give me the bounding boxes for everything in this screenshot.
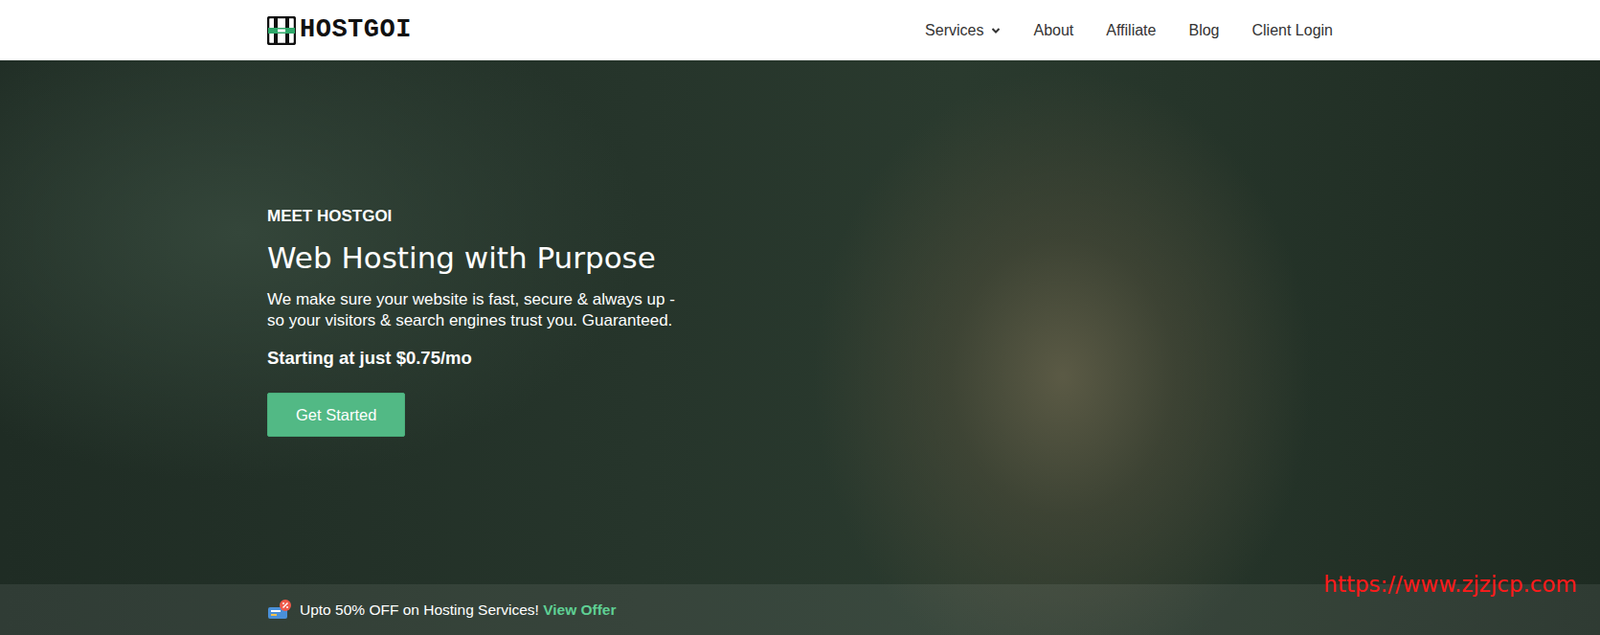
- nav-label: About: [1033, 19, 1074, 43]
- nav-item[interactable]: Client Login: [1252, 19, 1334, 43]
- nav-label: Affiliate: [1105, 19, 1156, 43]
- nav-label: Services: [924, 19, 984, 43]
- navbar-inner: HOSTGOI Services About Affiliate Blog Client …: [267, 10, 1333, 50]
- view-offer-link[interactable]: View Offer: [542, 601, 616, 618]
- hero-content: MEET HOSTGOI Web Hosting with Purpose We m…: [267, 203, 1333, 437]
- get-started-button[interactable]: Get Started: [267, 392, 406, 438]
- description-line: We make sure your website is fast, secur…: [267, 289, 1333, 311]
- hero-body: MEET HOSTGOI Web Hosting with Purpose We m…: [0, 60, 1600, 585]
- nav-label: Blog: [1188, 19, 1219, 43]
- hero-description: We make sure your website is fast, secur…: [267, 289, 1333, 332]
- hero: MEET HOSTGOI Web Hosting with Purpose We m…: [0, 60, 1600, 635]
- nav-label: Client Login: [1252, 19, 1334, 43]
- hero-title: Web Hosting with Purpose: [267, 240, 1333, 276]
- offer-text-wrap: Upto 50% OFF on Hosting Services! View O…: [299, 598, 617, 621]
- nav-item[interactable]: Blog: [1188, 19, 1219, 43]
- nav-item[interactable]: About: [1033, 19, 1074, 43]
- offer-inner: Upto 50% OFF on Hosting Services! View O…: [267, 598, 1333, 622]
- offer-text: Upto 50% OFF on Hosting Services!: [299, 601, 540, 618]
- logo[interactable]: HOSTGOI: [267, 10, 412, 50]
- offer-icon: [267, 598, 293, 622]
- nav-item[interactable]: Affiliate: [1105, 19, 1156, 43]
- chevron-down-icon: [991, 25, 1001, 35]
- description-line: so your visitors & search engines trust …: [267, 310, 1333, 332]
- logo-text: HOSTGOI: [299, 10, 412, 50]
- nav-item[interactable]: Services: [924, 19, 1001, 43]
- hero-price: Starting at just $0.75/mo: [267, 344, 1333, 372]
- hero-eyebrow: MEET HOSTGOI: [267, 203, 1333, 229]
- main-menu: Services About Affiliate Blog Client Login: [924, 19, 1333, 43]
- logo-icon: [267, 16, 296, 46]
- watermark: https://www.zjzjcp.com: [1323, 567, 1578, 602]
- top-navbar: HOSTGOI Services About Affiliate Blog Client …: [0, 0, 1600, 61]
